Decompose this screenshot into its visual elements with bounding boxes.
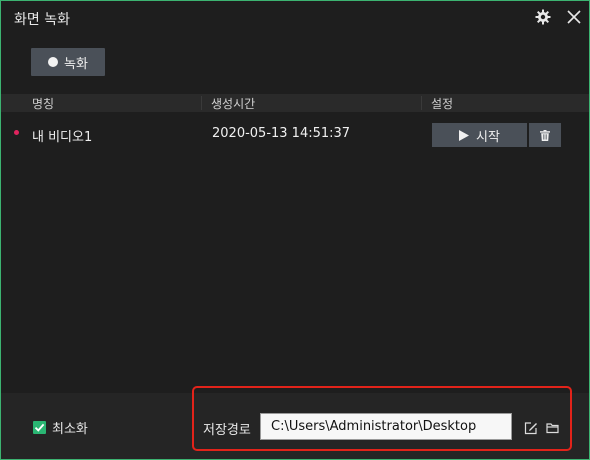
record-dot-icon	[48, 57, 59, 67]
column-header-settings: 설정	[431, 97, 454, 111]
status-dot-icon	[14, 130, 19, 135]
edit-path-icon[interactable]	[523, 420, 539, 436]
start-button[interactable]: 시작	[432, 123, 527, 147]
screen-recorder-window: 화면 녹화 녹화 명칭 생성시간 설정 내 비디오1 2020-05-13 14…	[0, 0, 590, 460]
title-bar: 화면 녹화	[1, 1, 589, 35]
delete-button[interactable]	[529, 123, 561, 147]
save-path-field[interactable]: C:\Users\Administrator\Desktop	[260, 413, 512, 440]
window-title: 화면 녹화	[14, 12, 70, 28]
table-row[interactable]: 내 비디오1 2020-05-13 14:51:37 시작	[1, 121, 589, 149]
start-button-label: 시작	[476, 129, 500, 145]
close-icon[interactable]	[564, 7, 584, 27]
minimize-label: 최소화	[52, 422, 88, 437]
column-divider	[201, 96, 202, 110]
record-button[interactable]: 녹화	[31, 48, 105, 76]
column-divider	[421, 96, 422, 110]
created-time: 2020-05-13 14:51:37	[212, 126, 351, 141]
minimize-checkbox[interactable]: 최소화	[33, 418, 88, 437]
gear-icon[interactable]	[533, 7, 553, 27]
table-header: 명칭 생성시간 설정	[1, 94, 589, 112]
checkbox-checked-icon	[33, 421, 46, 434]
folder-icon[interactable]	[545, 420, 561, 436]
save-path-label: 저장경로	[203, 423, 251, 438]
column-header-name: 명칭	[32, 97, 55, 111]
record-button-label: 녹화	[64, 56, 88, 72]
play-icon	[459, 129, 470, 141]
column-header-created: 생성시간	[211, 97, 256, 111]
video-name: 내 비디오1	[32, 130, 93, 145]
trash-icon	[540, 129, 550, 141]
